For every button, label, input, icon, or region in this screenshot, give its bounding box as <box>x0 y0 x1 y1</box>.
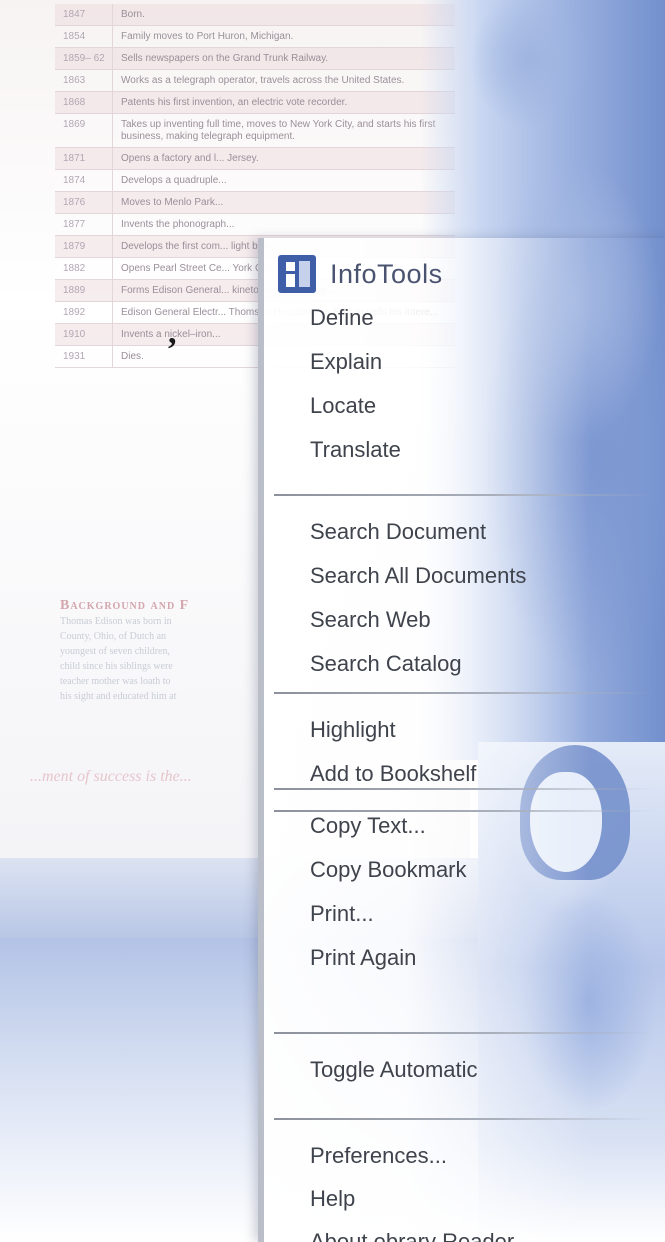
timeline-row: 1874 Develops a quadruple... <box>55 170 455 192</box>
timeline-row: 1869 Takes up inventing full time, moves … <box>55 114 455 148</box>
timeline-year: 1889 <box>55 280 113 301</box>
timeline-row: 1871 Opens a factory and l... Jersey. <box>55 148 455 170</box>
menu-item-search-document[interactable]: Search Document <box>310 518 486 546</box>
timeline-event: Invents the phonograph... <box>121 219 235 230</box>
menu-header: InfoTools <box>278 250 443 298</box>
timeline-event: Sells newspapers on the Grand Trunk Rail… <box>121 53 329 64</box>
paragraph-line: teacher mother was loath to <box>60 676 171 687</box>
menu-item-copy-bookmark[interactable]: Copy Bookmark <box>310 856 467 884</box>
menu-item-locate[interactable]: Locate <box>310 392 376 420</box>
pull-quote: ...ment of success is the... <box>30 768 192 785</box>
timeline-event: Family moves to Port Huron, Michigan. <box>121 31 294 42</box>
menu-separator <box>274 1118 665 1120</box>
paragraph-line: child since his siblings were <box>60 661 173 672</box>
timeline-year: 1868 <box>55 92 113 113</box>
timeline-year: 1854 <box>55 26 113 47</box>
timeline-row: 1868 Patents his first invention, an elec… <box>55 92 455 114</box>
timeline-year: 1859– 62 <box>55 48 113 69</box>
timeline-year: 1869 <box>55 114 113 147</box>
timeline-event: Develops a quadruple... <box>121 175 227 186</box>
menu-item-define[interactable]: Define <box>310 304 374 332</box>
menu-item-help[interactable]: Help <box>310 1185 355 1213</box>
timeline-year: 1876 <box>55 192 113 213</box>
timeline-year: 1879 <box>55 236 113 257</box>
menu-item-preferences[interactable]: Preferences... <box>310 1142 447 1170</box>
menu-item-copy-text[interactable]: Copy Text... <box>310 812 426 840</box>
timeline-event: Patents his first invention, an electric… <box>121 97 348 108</box>
timeline-year: 1863 <box>55 70 113 91</box>
timeline-event: Works as a telegraph operator, travels a… <box>121 75 405 86</box>
menu-item-toggle-automatic[interactable]: Toggle Automatic <box>310 1056 478 1084</box>
timeline-row: 1877 Invents the phonograph... <box>55 214 455 236</box>
timeline-year: 1877 <box>55 214 113 235</box>
timeline-year: 1892 <box>55 302 113 323</box>
timeline-event: Moves to Menlo Park... <box>121 197 224 208</box>
paragraph-line: his sight and educated him at <box>60 691 177 702</box>
timeline-year: 1871 <box>55 148 113 169</box>
timeline-year: 1874 <box>55 170 113 191</box>
menu-item-print-again[interactable]: Print Again <box>310 944 416 972</box>
menu-item-search-all-documents[interactable]: Search All Documents <box>310 562 526 590</box>
timeline-event: Opens a factory and l... Jersey. <box>121 153 259 164</box>
paragraph-line: youngest of seven children, <box>60 646 170 657</box>
timeline-year: 1847 <box>55 4 113 25</box>
menu-separator <box>274 494 665 496</box>
paragraph-line: Thomas Edison was born in <box>60 616 172 627</box>
section-heading: Background and F <box>60 598 190 613</box>
menu-item-add-to-bookshelf[interactable]: Add to Bookshelf <box>310 760 476 788</box>
timeline-row: 1859– 62 Sells newspapers on the Grand Tr… <box>55 48 455 70</box>
menu-item-explain[interactable]: Explain <box>310 348 382 376</box>
menu-separator <box>274 1032 665 1034</box>
body-paragraph: Thomas Edison was born in County, Ohio, o… <box>60 614 260 704</box>
menu-separator <box>274 788 665 790</box>
infotools-menu: InfoTools Define Explain Locate Translate Se… <box>258 238 665 1242</box>
menu-separator <box>274 810 665 812</box>
timeline-event: Takes up inventing full time, moves to N… <box>121 119 436 142</box>
timeline-year: 1882 <box>55 258 113 279</box>
menu-item-highlight[interactable]: Highlight <box>310 716 396 744</box>
menu-title: InfoTools <box>330 258 443 289</box>
screenshot-stage: 1847 Born. 1854 Family moves to Port Huron,… <box>0 0 665 1242</box>
infotools-app-icon <box>278 255 316 293</box>
menu-item-search-web[interactable]: Search Web <box>310 606 431 634</box>
menu-item-about-ebrary-reader[interactable]: About ebrary Reader <box>310 1228 514 1242</box>
menu-item-print[interactable]: Print... <box>310 900 374 928</box>
timeline-row: 1863 Works as a telegraph operator, trave… <box>55 70 455 92</box>
paragraph-line: County, Ohio, of Dutch an <box>60 631 167 642</box>
comma-mark: , <box>168 314 177 351</box>
menu-item-search-catalog[interactable]: Search Catalog <box>310 650 462 678</box>
menu-item-translate[interactable]: Translate <box>310 436 401 464</box>
timeline-event: Born. <box>121 9 145 20</box>
timeline-row: 1847 Born. <box>55 4 455 26</box>
menu-separator <box>274 692 665 694</box>
timeline-year: 1931 <box>55 346 113 367</box>
timeline-row: 1876 Moves to Menlo Park... <box>55 192 455 214</box>
timeline-year: 1910 <box>55 324 113 345</box>
timeline-row: 1854 Family moves to Port Huron, Michigan… <box>55 26 455 48</box>
